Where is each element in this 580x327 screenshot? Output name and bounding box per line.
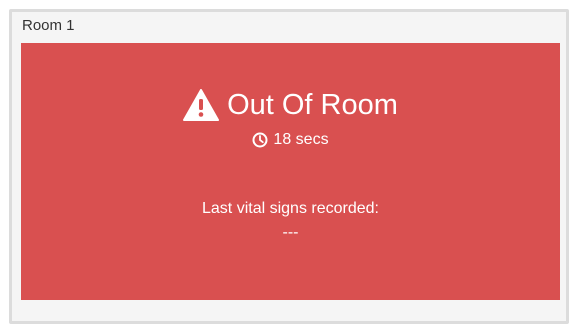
out-of-room-alert: Out Of Room 18 secs Last vital signs rec… [21,43,560,300]
vitals-value: --- [282,224,299,241]
warning-triangle-icon [183,89,220,121]
status-row: Out Of Room [21,87,560,123]
room-title: Room 1 [22,17,75,34]
room-card: Room 1 Out Of Room 18 secs Last vital si… [9,9,569,324]
clock-icon [252,132,268,148]
vitals-label: Last vital signs recorded: [202,200,379,217]
timer-row: 18 secs [21,131,560,149]
timer-text: 18 secs [273,131,329,148]
status-text: Out Of Room [227,89,398,121]
